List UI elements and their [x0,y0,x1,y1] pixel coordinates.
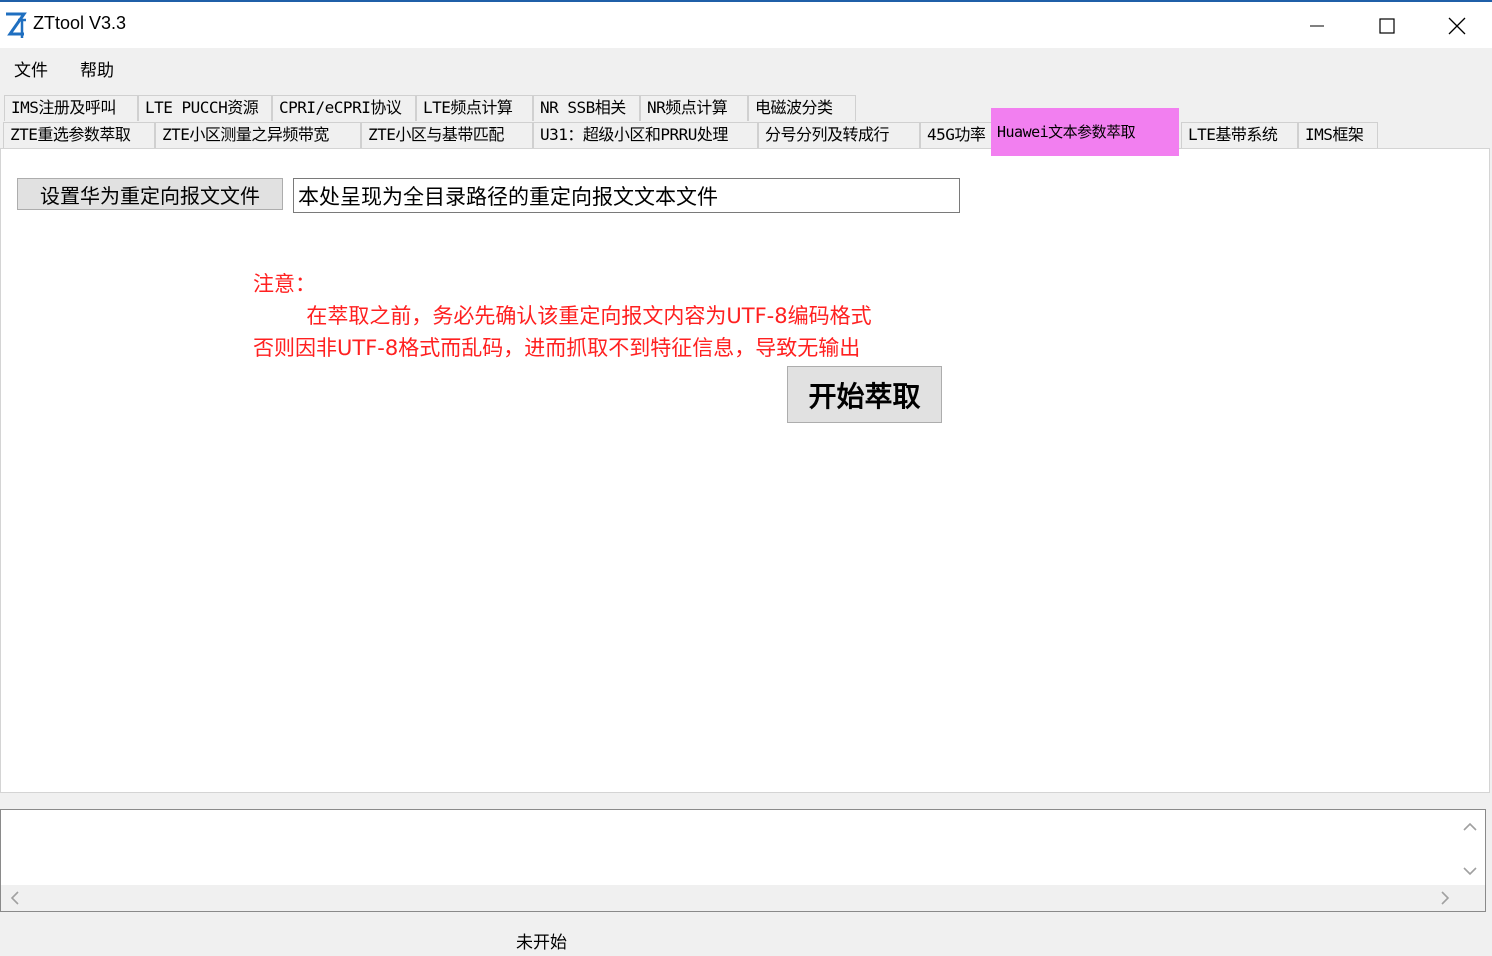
tab-nr-freq[interactable]: NR频点计算 [640,95,748,121]
tab-split-semicolon[interactable]: 分号分列及转成行 [758,122,920,148]
vertical-scrollbar[interactable] [1455,810,1485,886]
scroll-up-icon [1463,822,1477,831]
title-bar: ZTtool V3.3 [0,2,1492,48]
note-line-2: 否则因非UTF-8格式而乱码，进而抓取不到特征信息，导致无输出 [253,336,861,360]
menu-help[interactable]: 帮助 [80,56,114,81]
maximize-icon [1379,18,1395,34]
tab-45g-power[interactable]: 45G功率 [920,122,994,148]
tab-lte-baseband[interactable]: LTE基带系统 [1181,122,1298,148]
tab-u31-supercell[interactable]: U31：超级小区和PRRU处理 [533,122,758,148]
close-button[interactable] [1422,4,1492,48]
start-extract-button[interactable]: 开始萃取 [787,366,942,423]
app-logo-icon [4,10,28,40]
tab-content-panel [0,148,1490,793]
tab-ims-frame[interactable]: IMS框架 [1298,122,1378,148]
menu-bar: 文件 帮助 [0,48,1492,88]
minimize-button[interactable] [1282,4,1352,48]
tab-zte-interfreq[interactable]: ZTE小区测量之异频带宽 [155,122,361,148]
tab-cpri[interactable]: CPRI/eCPRI协议 [272,95,416,121]
maximize-button[interactable] [1352,4,1422,48]
tab-nr-ssb[interactable]: NR SSB相关 [533,95,640,121]
scroll-down-icon [1463,867,1477,876]
set-file-button[interactable]: 设置华为重定向报文文件 [17,178,283,210]
tab-zte-cell-baseband[interactable]: ZTE小区与基带匹配 [361,122,533,148]
window-title: ZTtool V3.3 [33,13,127,33]
scroll-left-icon [10,891,19,905]
scroll-right-icon [1441,891,1450,905]
file-path-field[interactable]: 本处呈现为全目录路径的重定向报文文本文件 [293,178,960,213]
minimize-icon [1310,25,1324,27]
tab-lte-freq[interactable]: LTE频点计算 [416,95,533,121]
log-output-area[interactable] [0,809,1486,912]
tab-lte-pucch[interactable]: LTE PUCCH资源 [138,95,272,121]
tab-zte-reselect[interactable]: ZTE重选参数萃取 [3,122,155,148]
horizontal-scrollbar[interactable] [1,885,1485,911]
tab-ims-registration[interactable]: IMS注册及呼叫 [4,95,138,121]
note-title: 注意： [253,272,316,296]
note-line-1: 在萃取之前，务必先确认该重定向报文内容为UTF-8编码格式 [253,304,872,328]
close-icon [1448,17,1466,35]
tab-em-wave[interactable]: 电磁波分类 [748,95,856,121]
menu-file[interactable]: 文件 [14,56,48,81]
tab-huawei-extract[interactable]: Huawei文本参数萃取 [991,108,1179,156]
status-text: 未开始 [516,933,567,953]
